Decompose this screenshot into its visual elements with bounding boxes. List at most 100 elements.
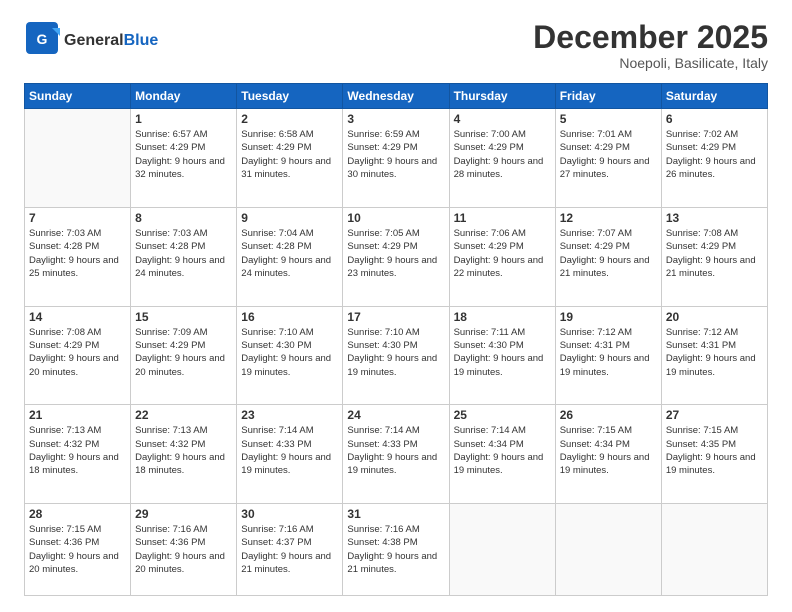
day-number: 27 (666, 408, 763, 422)
day-number: 30 (241, 507, 338, 521)
day-number: 15 (135, 310, 232, 324)
day-info: Sunrise: 7:12 AM Sunset: 4:31 PM Dayligh… (666, 326, 763, 379)
day-number: 5 (560, 112, 657, 126)
calendar-cell (449, 504, 555, 596)
day-number: 17 (347, 310, 444, 324)
calendar-cell: 5 Sunrise: 7:01 AM Sunset: 4:29 PM Daylig… (555, 109, 661, 208)
day-info: Sunrise: 7:13 AM Sunset: 4:32 PM Dayligh… (135, 424, 232, 477)
day-info: Sunrise: 7:05 AM Sunset: 4:29 PM Dayligh… (347, 227, 444, 280)
day-info: Sunrise: 6:57 AM Sunset: 4:29 PM Dayligh… (135, 128, 232, 181)
day-info: Sunrise: 7:09 AM Sunset: 4:29 PM Dayligh… (135, 326, 232, 379)
day-info: Sunrise: 7:01 AM Sunset: 4:29 PM Dayligh… (560, 128, 657, 181)
day-info: Sunrise: 7:10 AM Sunset: 4:30 PM Dayligh… (241, 326, 338, 379)
col-sunday: Sunday (25, 84, 131, 109)
day-number: 8 (135, 211, 232, 225)
svg-text:G: G (37, 31, 48, 47)
week-row-3: 14Sunrise: 7:08 AM Sunset: 4:29 PM Dayli… (25, 306, 768, 405)
day-info: Sunrise: 7:12 AM Sunset: 4:31 PM Dayligh… (560, 326, 657, 379)
day-number: 10 (347, 211, 444, 225)
calendar-cell: 20 Sunrise: 7:12 AM Sunset: 4:31 PM Dayli… (661, 306, 767, 405)
day-info: Sunrise: 7:15 AM Sunset: 4:36 PM Dayligh… (29, 523, 126, 576)
calendar-cell: 22 Sunrise: 7:13 AM Sunset: 4:32 PM Dayli… (131, 405, 237, 504)
day-info: Sunrise: 7:14 AM Sunset: 4:33 PM Dayligh… (241, 424, 338, 477)
day-number: 26 (560, 408, 657, 422)
day-number: 9 (241, 211, 338, 225)
day-number: 12 (560, 211, 657, 225)
day-number: 11 (454, 211, 551, 225)
calendar-cell: 3 Sunrise: 6:59 AM Sunset: 4:29 PM Daylig… (343, 109, 449, 208)
day-number: 2 (241, 112, 338, 126)
day-info: Sunrise: 7:16 AM Sunset: 4:37 PM Dayligh… (241, 523, 338, 576)
day-info: Sunrise: 7:10 AM Sunset: 4:30 PM Dayligh… (347, 326, 444, 379)
calendar-cell: 11 Sunrise: 7:06 AM Sunset: 4:29 PM Dayli… (449, 207, 555, 306)
day-info: Sunrise: 7:13 AM Sunset: 4:32 PM Dayligh… (29, 424, 126, 477)
calendar-cell: 6 Sunrise: 7:02 AM Sunset: 4:29 PM Daylig… (661, 109, 767, 208)
logo: G GeneralBlue (24, 20, 158, 61)
title-area: December 2025 Noepoli, Basilicate, Italy (533, 20, 768, 71)
day-number: 4 (454, 112, 551, 126)
calendar-cell (25, 109, 131, 208)
day-number: 14 (29, 310, 126, 324)
day-info: Sunrise: 7:00 AM Sunset: 4:29 PM Dayligh… (454, 128, 551, 181)
calendar-cell: 7Sunrise: 7:03 AM Sunset: 4:28 PM Daylig… (25, 207, 131, 306)
calendar-cell: 27 Sunrise: 7:15 AM Sunset: 4:35 PM Dayli… (661, 405, 767, 504)
day-info: Sunrise: 7:02 AM Sunset: 4:29 PM Dayligh… (666, 128, 763, 181)
day-info: Sunrise: 7:03 AM Sunset: 4:28 PM Dayligh… (29, 227, 126, 280)
week-row-5: 28 Sunrise: 7:15 AM Sunset: 4:36 PM Dayli… (25, 504, 768, 596)
week-row-1: 1Sunrise: 6:57 AM Sunset: 4:29 PM Daylig… (25, 109, 768, 208)
calendar-table: Sunday Monday Tuesday Wednesday Thursday… (24, 83, 768, 596)
day-number: 18 (454, 310, 551, 324)
calendar-cell: 30 Sunrise: 7:16 AM Sunset: 4:37 PM Dayli… (237, 504, 343, 596)
day-info: Sunrise: 7:03 AM Sunset: 4:28 PM Dayligh… (135, 227, 232, 280)
day-info: Sunrise: 7:11 AM Sunset: 4:30 PM Dayligh… (454, 326, 551, 379)
calendar-cell: 23 Sunrise: 7:14 AM Sunset: 4:33 PM Dayli… (237, 405, 343, 504)
day-info: Sunrise: 6:58 AM Sunset: 4:29 PM Dayligh… (241, 128, 338, 181)
day-info: Sunrise: 7:06 AM Sunset: 4:29 PM Dayligh… (454, 227, 551, 280)
calendar-cell: 16Sunrise: 7:10 AM Sunset: 4:30 PM Dayli… (237, 306, 343, 405)
day-number: 22 (135, 408, 232, 422)
day-number: 21 (29, 408, 126, 422)
day-number: 3 (347, 112, 444, 126)
col-friday: Friday (555, 84, 661, 109)
page: G GeneralBlue December 2025 Noepoli, Bas… (0, 0, 792, 612)
day-number: 19 (560, 310, 657, 324)
calendar-cell: 19 Sunrise: 7:12 AM Sunset: 4:31 PM Dayli… (555, 306, 661, 405)
col-tuesday: Tuesday (237, 84, 343, 109)
day-info: Sunrise: 7:15 AM Sunset: 4:35 PM Dayligh… (666, 424, 763, 477)
calendar-cell: 8 Sunrise: 7:03 AM Sunset: 4:28 PM Daylig… (131, 207, 237, 306)
day-number: 20 (666, 310, 763, 324)
header-row: Sunday Monday Tuesday Wednesday Thursday… (25, 84, 768, 109)
day-info: Sunrise: 7:16 AM Sunset: 4:36 PM Dayligh… (135, 523, 232, 576)
calendar-cell: 21 Sunrise: 7:13 AM Sunset: 4:32 PM Dayli… (25, 405, 131, 504)
logo-icon: G (24, 20, 60, 61)
col-monday: Monday (131, 84, 237, 109)
day-info: Sunrise: 7:14 AM Sunset: 4:33 PM Dayligh… (347, 424, 444, 477)
location: Noepoli, Basilicate, Italy (533, 55, 768, 71)
calendar-cell: 29Sunrise: 7:16 AM Sunset: 4:36 PM Dayli… (131, 504, 237, 596)
calendar-cell: 17 Sunrise: 7:10 AM Sunset: 4:30 PM Dayli… (343, 306, 449, 405)
week-row-2: 7Sunrise: 7:03 AM Sunset: 4:28 PM Daylig… (25, 207, 768, 306)
month-title: December 2025 (533, 20, 768, 55)
calendar-cell: 10 Sunrise: 7:05 AM Sunset: 4:29 PM Dayli… (343, 207, 449, 306)
calendar-cell: 24 Sunrise: 7:14 AM Sunset: 4:33 PM Dayli… (343, 405, 449, 504)
day-number: 28 (29, 507, 126, 521)
day-number: 6 (666, 112, 763, 126)
header: G GeneralBlue December 2025 Noepoli, Bas… (24, 20, 768, 71)
day-number: 23 (241, 408, 338, 422)
calendar-cell: 1Sunrise: 6:57 AM Sunset: 4:29 PM Daylig… (131, 109, 237, 208)
day-info: Sunrise: 6:59 AM Sunset: 4:29 PM Dayligh… (347, 128, 444, 181)
day-info: Sunrise: 7:07 AM Sunset: 4:29 PM Dayligh… (560, 227, 657, 280)
calendar-cell: 25 Sunrise: 7:14 AM Sunset: 4:34 PM Dayli… (449, 405, 555, 504)
calendar-cell (555, 504, 661, 596)
day-info: Sunrise: 7:16 AM Sunset: 4:38 PM Dayligh… (347, 523, 444, 576)
day-info: Sunrise: 7:14 AM Sunset: 4:34 PM Dayligh… (454, 424, 551, 477)
day-number: 25 (454, 408, 551, 422)
day-info: Sunrise: 7:04 AM Sunset: 4:28 PM Dayligh… (241, 227, 338, 280)
day-info: Sunrise: 7:08 AM Sunset: 4:29 PM Dayligh… (666, 227, 763, 280)
day-info: Sunrise: 7:15 AM Sunset: 4:34 PM Dayligh… (560, 424, 657, 477)
calendar-cell: 15 Sunrise: 7:09 AM Sunset: 4:29 PM Dayli… (131, 306, 237, 405)
day-number: 31 (347, 507, 444, 521)
calendar-cell: 4 Sunrise: 7:00 AM Sunset: 4:29 PM Daylig… (449, 109, 555, 208)
day-number: 24 (347, 408, 444, 422)
day-number: 13 (666, 211, 763, 225)
